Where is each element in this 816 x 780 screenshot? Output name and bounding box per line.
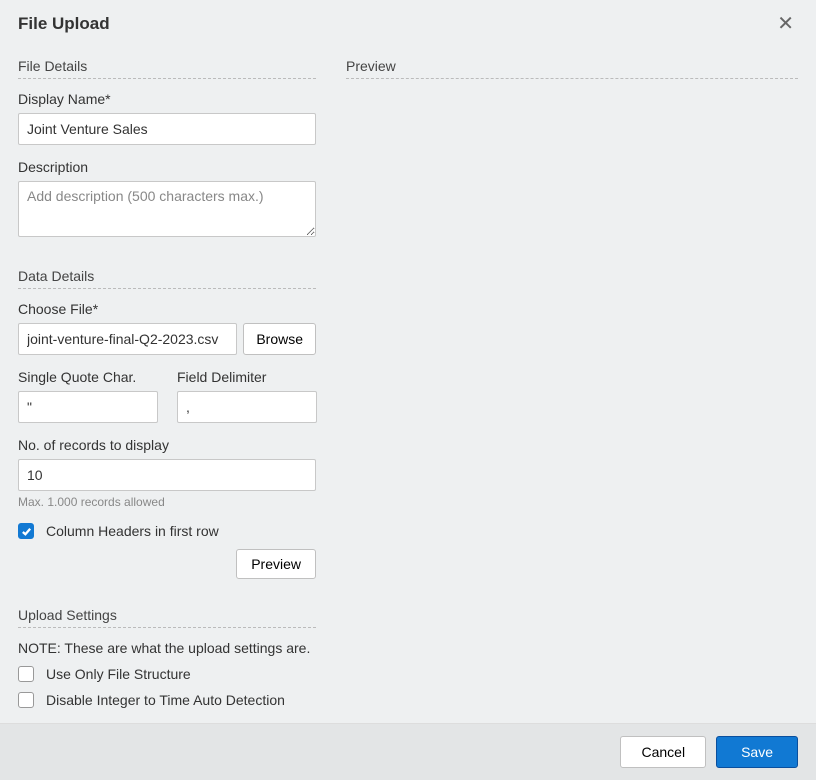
records-field: No. of records to display Max. 1.000 rec… [18,437,316,509]
file-details-section-title: File Details [18,58,316,79]
upload-settings-section-title: Upload Settings [18,607,316,628]
close-icon[interactable]: ✕ [773,12,798,36]
quote-char-label: Single Quote Char. [18,369,157,385]
quote-char-field: Single Quote Char. [18,369,157,423]
disable-auto-detect-row: Disable Integer to Time Auto Detection [18,692,316,708]
records-input[interactable] [18,459,316,491]
delimiter-label: Field Delimiter [177,369,316,385]
choose-file-label: Choose File* [18,301,316,317]
data-details-section-title: Data Details [18,268,316,289]
column-headers-checkbox[interactable] [18,523,34,539]
description-input[interactable] [18,181,316,237]
disable-auto-detect-checkbox[interactable] [18,692,34,708]
display-name-field: Display Name* [18,91,316,145]
delimiter-field: Field Delimiter [177,369,316,423]
use-only-structure-checkbox[interactable] [18,666,34,682]
preview-button[interactable]: Preview [236,549,316,579]
display-name-label: Display Name* [18,91,316,107]
description-field: Description [18,159,316,240]
preview-button-row: Preview [18,549,316,579]
dialog-title: File Upload [18,14,110,34]
cancel-button[interactable]: Cancel [620,736,706,768]
delimiter-input[interactable] [177,391,317,423]
dialog-header: File Upload ✕ [0,0,816,42]
save-button[interactable]: Save [716,736,798,768]
left-column: File Details Display Name* Description D… [18,52,316,705]
records-label: No. of records to display [18,437,316,453]
records-hint: Max. 1.000 records allowed [18,495,316,509]
choose-file-field: Choose File* Browse [18,301,316,355]
browse-button[interactable]: Browse [243,323,316,355]
column-headers-row: Column Headers in first row [18,523,316,539]
use-only-structure-label: Use Only File Structure [46,666,191,682]
quote-delimiter-row: Single Quote Char. Field Delimiter [18,369,316,437]
display-name-input[interactable] [18,113,316,145]
preview-section-title: Preview [346,58,798,79]
choose-file-row: Browse [18,323,316,355]
disable-auto-detect-label: Disable Integer to Time Auto Detection [46,692,285,708]
choose-file-name[interactable] [18,323,237,355]
dialog-footer: Cancel Save [0,723,816,780]
column-headers-label: Column Headers in first row [46,523,219,539]
dialog-body: File Details Display Name* Description D… [0,42,816,723]
description-label: Description [18,159,316,175]
use-only-structure-row: Use Only File Structure [18,666,316,682]
quote-char-input[interactable] [18,391,158,423]
file-upload-dialog: File Upload ✕ File Details Display Name*… [0,0,816,780]
upload-settings-note: NOTE: These are what the upload settings… [18,640,316,656]
right-column: Preview [346,52,798,705]
